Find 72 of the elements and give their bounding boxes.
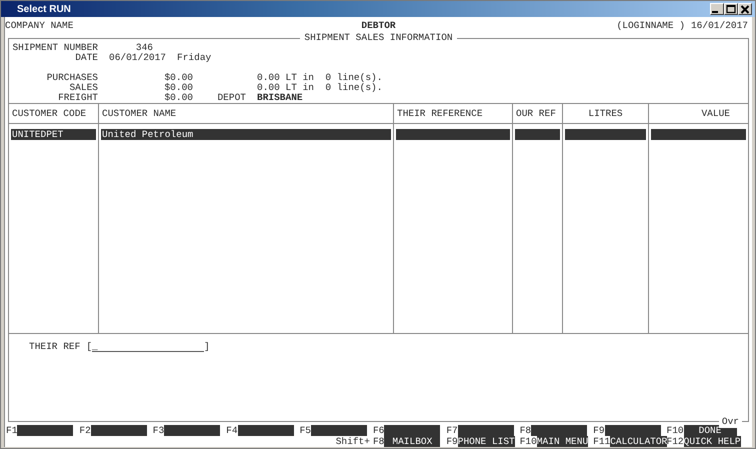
table-cell[interactable] (515, 129, 560, 140)
litres-summary: 0.00 LT in 0 line(s). (257, 83, 384, 93)
key-label: F3 (152, 425, 164, 436)
key-label: F9 (446, 436, 458, 447)
function-key[interactable] (458, 425, 514, 436)
litres-summary: 0.00 LT in 0 line(s). (257, 73, 384, 83)
key-label: F8 (520, 425, 532, 436)
function-key[interactable] (604, 425, 661, 436)
table-cell[interactable] (651, 129, 746, 140)
key-label: F9 (593, 425, 605, 436)
column-header: VALUE (648, 104, 748, 123)
amount-value: $0.00 (163, 83, 193, 93)
minimize-icon (712, 11, 718, 13)
key-label: F1 (6, 425, 18, 436)
amount-value: $0.00 (163, 73, 193, 83)
table-cell[interactable]: United Petroleum (101, 129, 391, 140)
column-header: CUSTOMER CODE (11, 107, 88, 121)
key-label: F7 (446, 425, 458, 436)
depot-value: BRISBANE (257, 93, 304, 103)
company-name: COMPANY NAME (5, 20, 74, 30)
login-name: (LOGINNAME ) (616, 20, 685, 30)
function-key[interactable] (531, 425, 588, 436)
function-key[interactable] (310, 425, 367, 436)
field-label: DEPOT (216, 93, 247, 103)
close-button[interactable] (738, 3, 752, 15)
window-title: Select RUN (17, 4, 71, 14)
function-key[interactable] (164, 425, 220, 436)
table-cell[interactable]: UNITEDPET (11, 129, 96, 140)
function-key[interactable] (384, 425, 440, 436)
column-header: LITRES (562, 104, 648, 123)
close-icon (739, 4, 751, 14)
key-label: F4 (226, 425, 238, 436)
key-label: F8 (372, 436, 384, 447)
key-label: F5 (300, 425, 311, 436)
maximize-button[interactable] (724, 3, 738, 15)
field-label: PURCHASES (46, 73, 98, 83)
field-label: DATE (74, 53, 98, 63)
input-field[interactable]: [_ ] (86, 341, 210, 352)
field-label: SALES (68, 83, 98, 93)
table-cell[interactable] (396, 129, 510, 140)
function-key[interactable]: DONE (684, 425, 737, 436)
function-key[interactable] (238, 425, 294, 436)
function-key[interactable]: MAILBOX (384, 436, 440, 447)
column-header: THEIR REFERENCE (393, 104, 512, 123)
function-key[interactable]: PHONE LIST (458, 436, 515, 447)
maximize-icon (725, 4, 737, 14)
header-date: 16/01/2017 (690, 20, 748, 30)
function-key[interactable] (90, 425, 147, 436)
key-label: F12 (666, 436, 684, 447)
key-label: F10 (666, 425, 684, 436)
field-label: SHIPMENT NUMBER (11, 43, 98, 53)
shipment-day: Friday (177, 53, 212, 63)
function-key[interactable]: MAIN MENU (536, 436, 588, 447)
column-header: CUSTOMER NAME (98, 104, 393, 123)
function-key[interactable] (17, 425, 74, 436)
mode-indicator: Ovr (718, 416, 742, 428)
shipment-number: 346 (134, 43, 153, 53)
table-cell[interactable] (565, 129, 646, 140)
shipment-date: 06/01/2017 (109, 53, 166, 63)
key-label: F11 (593, 436, 610, 447)
column-header: OUR REF (512, 104, 562, 123)
field-label: THEIR REF (29, 341, 80, 352)
module-title: DEBTOR (360, 20, 397, 30)
amount-value: $0.00 (163, 93, 193, 103)
minimize-button[interactable] (710, 3, 724, 15)
shift-label: Shift+ (336, 436, 370, 447)
key-label: F2 (79, 425, 91, 436)
function-key[interactable]: QUICK HELP (684, 436, 741, 447)
function-key[interactable]: CALCULATOR (610, 436, 668, 447)
field-label: FREIGHT (57, 93, 98, 103)
key-label: F6 (372, 425, 384, 436)
key-label: F10 (520, 436, 537, 447)
